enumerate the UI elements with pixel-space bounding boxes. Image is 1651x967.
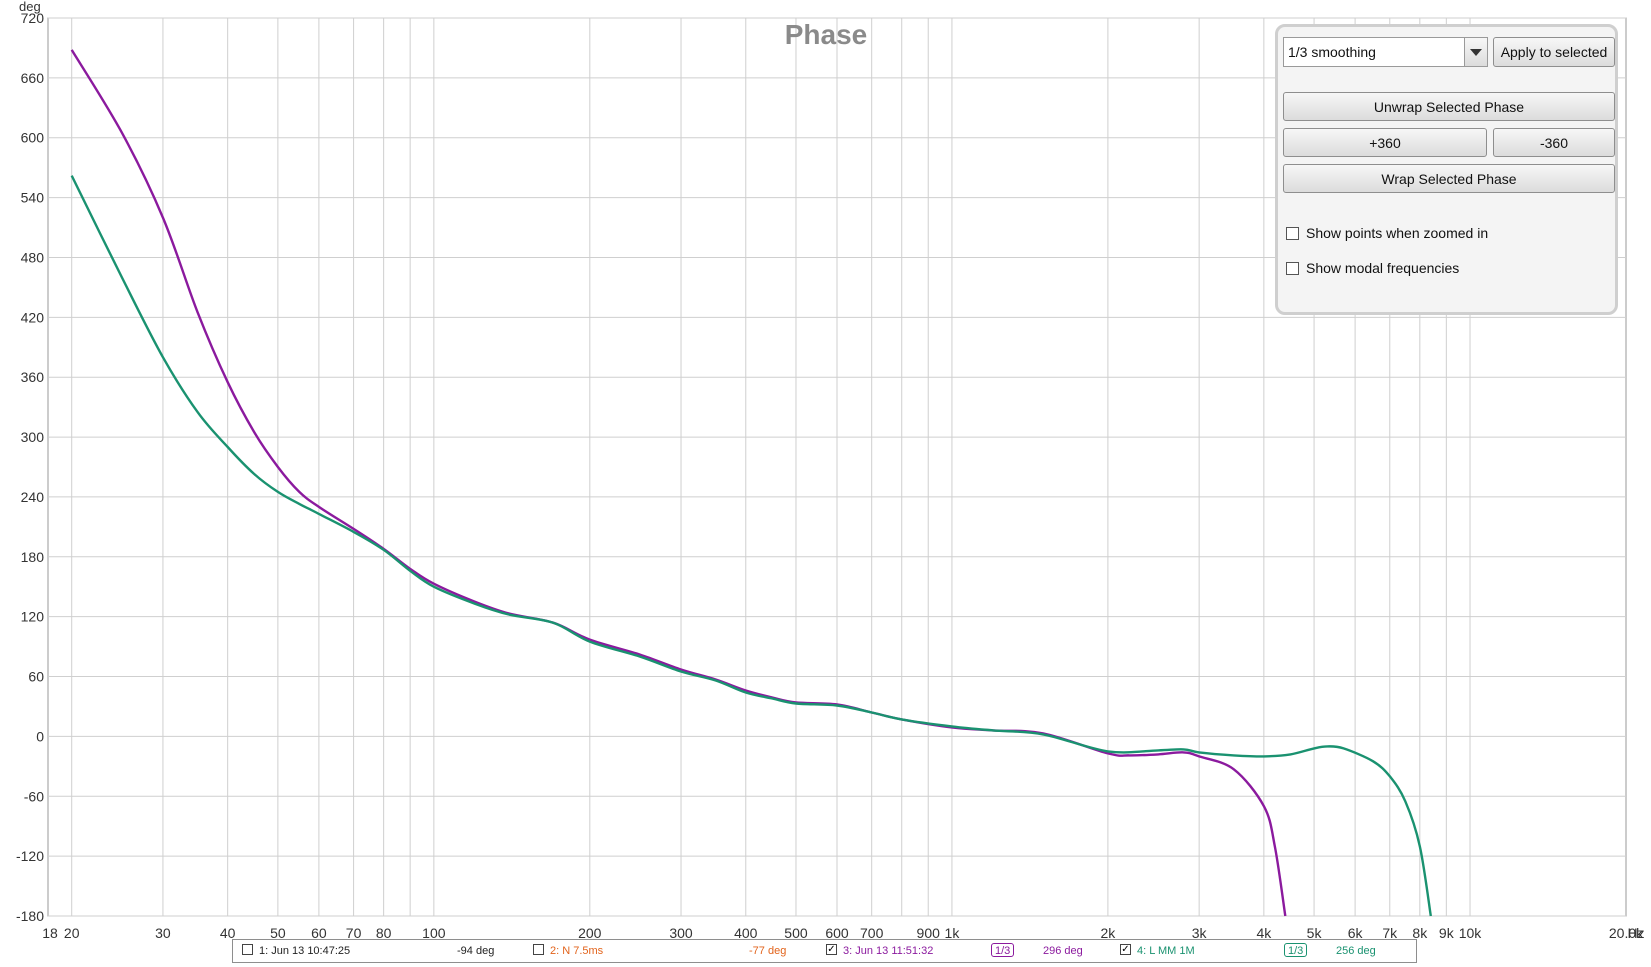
x-tick-label: 30: [155, 925, 171, 941]
y-tick-label: 660: [21, 70, 45, 86]
measurement-3-checkbox[interactable]: ✓: [826, 944, 837, 955]
y-tick-label: 420: [21, 309, 45, 325]
x-tick-label: 9k: [1439, 925, 1455, 941]
y-tick-label: 120: [21, 609, 45, 625]
show-modal-checkbox[interactable]: [1286, 261, 1299, 275]
smoothing-dropdown[interactable]: 1/3 smoothing: [1283, 37, 1488, 67]
y-tick-label: 0: [36, 728, 44, 744]
x-tick-label: 20: [64, 925, 80, 941]
chevron-down-icon[interactable]: [1464, 38, 1487, 66]
y-tick-label: -180: [16, 908, 44, 924]
measurement-2-checkbox[interactable]: [533, 944, 544, 955]
measurement-2-value: -77 deg: [749, 945, 787, 957]
apply-to-selected-button[interactable]: Apply to selected: [1493, 37, 1615, 67]
show-points-checkbox[interactable]: [1286, 226, 1299, 240]
y-tick-label: 180: [21, 549, 45, 565]
measurement-4-label[interactable]: 4: L MM 1M: [1137, 945, 1195, 957]
y-tick-label: -120: [16, 848, 44, 864]
y-tick-label: 540: [21, 190, 45, 206]
show-modal-label: Show modal frequencies: [1306, 260, 1460, 276]
chart-title: Phase: [785, 19, 868, 50]
measurement-legend: 1: Jun 13 10:47:25 -94 deg 2: N 7.5ms -7…: [232, 939, 1417, 963]
x-axis-unit: Hz: [1627, 925, 1644, 941]
phase-options-panel: 1/3 smoothing Apply to selected Unwrap S…: [1275, 24, 1618, 315]
measurement-3-label[interactable]: 3: Jun 13 11:51:32: [843, 945, 933, 957]
y-tick-label: 480: [21, 249, 45, 265]
y-tick-label: -60: [24, 788, 44, 804]
x-tick-label: 10k: [1459, 925, 1483, 941]
measurement-4-checkbox[interactable]: ✓: [1120, 944, 1131, 955]
y-tick-label: 600: [21, 130, 45, 146]
measurement-1-label[interactable]: 1: Jun 13 10:47:25: [259, 945, 350, 957]
measurement-3-value: 296 deg: [1043, 945, 1083, 957]
y-tick-label: 360: [21, 369, 45, 385]
measurement-4-smoothing-badge: 1/3: [1284, 943, 1308, 957]
y-tick-label: 60: [28, 669, 44, 685]
measurement-2-label[interactable]: 2: N 7.5ms: [550, 945, 603, 957]
measurement-1-checkbox[interactable]: [242, 944, 253, 955]
measurement-4-value: 256 deg: [1336, 945, 1376, 957]
y-axis-unit: deg: [19, 0, 41, 14]
y-tick-label: 300: [21, 429, 45, 445]
show-points-option[interactable]: Show points when zoomed in: [1286, 225, 1488, 241]
plus-360-button[interactable]: +360: [1283, 128, 1487, 157]
measurement-3-smoothing-badge: 1/3: [991, 943, 1015, 957]
unwrap-selected-phase-button[interactable]: Unwrap Selected Phase: [1283, 92, 1615, 121]
smoothing-value: 1/3 smoothing: [1288, 44, 1376, 60]
minus-360-button[interactable]: -360: [1493, 128, 1615, 157]
x-tick-label: 18: [42, 925, 58, 941]
measurement-1-value: -94 deg: [457, 945, 495, 957]
show-modal-option[interactable]: Show modal frequencies: [1286, 260, 1459, 276]
show-points-label: Show points when zoomed in: [1306, 225, 1489, 241]
wrap-selected-phase-button[interactable]: Wrap Selected Phase: [1283, 164, 1615, 193]
y-tick-label: 240: [21, 489, 45, 505]
